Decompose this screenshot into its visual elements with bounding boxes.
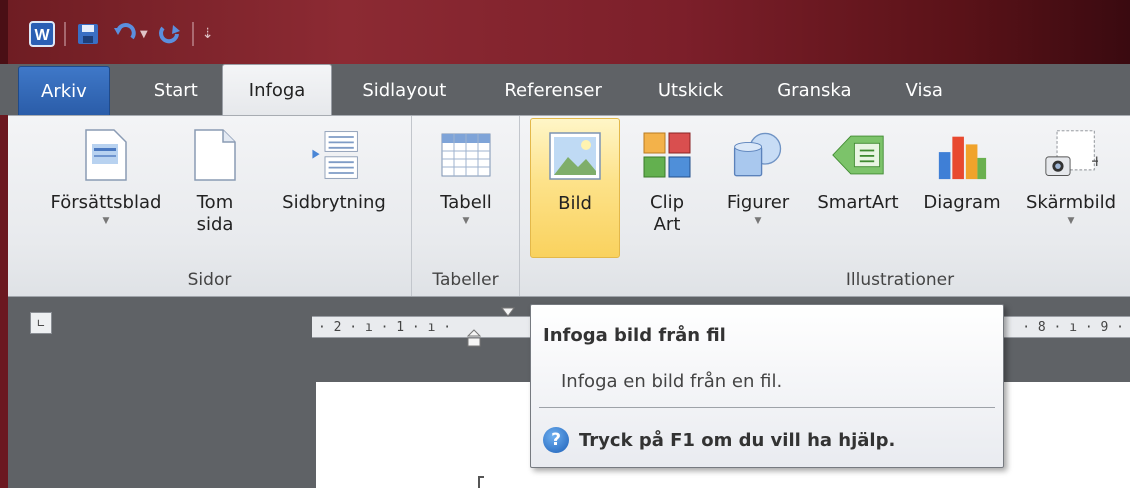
group-label-sidor: Sidor — [187, 270, 232, 290]
screenshot-label: Skärmbild — [1025, 192, 1117, 213]
shapes-icon — [731, 126, 785, 184]
window-edge — [0, 115, 8, 488]
page-break-label: Sidbrytning — [282, 192, 386, 213]
clip-art-label: Clip Art — [650, 192, 684, 235]
screenshot-button[interactable]: + Skärmbild ▼ — [1016, 126, 1126, 226]
tooltip-divider — [539, 407, 995, 408]
tooltip-title: Infoga bild från fil — [543, 325, 726, 346]
chevron-down-icon: ▼ — [1067, 216, 1075, 226]
group-tabeller: Tabell ▼ Tabeller — [412, 116, 520, 296]
undo-icon[interactable] — [110, 20, 138, 48]
group-illustrationer: Bild Clip Art Figurer ▼ SmartArt Diagram… — [520, 116, 1130, 296]
clip-art-button[interactable]: Clip Art — [630, 126, 704, 236]
chart-icon — [935, 126, 989, 184]
blank-page-icon — [188, 126, 242, 184]
tab-arkiv[interactable]: Arkiv — [18, 66, 110, 116]
tooltip-description: Infoga en bild från en fil. — [561, 371, 783, 392]
clip-art-icon — [640, 126, 694, 184]
quick-access-toolbar: W ▼ ⇣ — [28, 18, 213, 50]
toolbar-separator — [191, 22, 194, 46]
blank-page-button[interactable]: Tom sida — [180, 126, 250, 236]
chart-button[interactable]: Diagram — [912, 126, 1012, 214]
picture-button[interactable]: Bild — [530, 118, 620, 258]
smartart-label: SmartArt — [817, 192, 899, 213]
chevron-down-icon: ▼ — [102, 216, 110, 226]
shapes-button[interactable]: Figurer ▼ — [716, 126, 800, 226]
group-sidor: Försättsblad ▼ Tom sida Sidbrytning Sido… — [8, 116, 412, 296]
group-label-tabeller: Tabeller — [432, 270, 499, 290]
tab-utskick[interactable]: Utskick — [638, 64, 743, 116]
table-button[interactable]: Tabell ▼ — [426, 126, 506, 226]
tooltip-help: ? Tryck på F1 om du vill ha hjälp. — [543, 427, 895, 453]
smartart-icon — [831, 126, 885, 184]
indent-markers-icon[interactable] — [462, 306, 522, 350]
save-icon[interactable] — [74, 20, 102, 48]
tab-start[interactable]: Start — [134, 64, 218, 116]
cover-page-label: Försättsblad — [50, 192, 162, 213]
ribbon-tabs: Arkiv Start Infoga Sidlayout Referenser … — [18, 64, 963, 116]
chevron-down-icon: ▼ — [462, 216, 470, 226]
ribbon: Försättsblad ▼ Tom sida Sidbrytning Sido… — [8, 115, 1130, 297]
text-cursor — [478, 476, 484, 488]
tab-visa[interactable]: Visa — [886, 64, 963, 116]
ruler-scale-right: · 8 · ı · 9 · — [1022, 319, 1124, 335]
page-break-icon — [307, 126, 361, 184]
svg-text:+: + — [1091, 152, 1098, 170]
toolbar-separator — [64, 22, 66, 46]
svg-text:W: W — [34, 27, 50, 44]
title-bar: W ▼ ⇣ — [0, 0, 1130, 64]
picture-icon — [548, 127, 602, 185]
blank-page-label: Tom sida — [196, 192, 234, 235]
tooltip-help-text: Tryck på F1 om du vill ha hjälp. — [579, 429, 896, 451]
smartart-button[interactable]: SmartArt — [810, 126, 906, 214]
tab-sidlayout[interactable]: Sidlayout — [342, 64, 466, 116]
redo-icon[interactable] — [156, 20, 184, 48]
ruler-scale-left: · 2 · ı · 1 · ı · — [318, 319, 452, 335]
tooltip: Infoga bild från fil Infoga en bild från… — [530, 304, 1004, 468]
page-break-button[interactable]: Sidbrytning — [264, 126, 404, 214]
tab-selector-icon[interactable]: ∟ — [30, 312, 52, 334]
help-icon: ? — [543, 427, 569, 453]
customize-toolbar-icon[interactable]: ⇣ — [202, 26, 214, 42]
shapes-label: Figurer — [726, 192, 790, 213]
undo-dropdown-icon[interactable]: ▼ — [140, 29, 148, 40]
word-logo-icon[interactable]: W — [28, 20, 56, 48]
chevron-down-icon: ▼ — [754, 216, 762, 226]
tab-granska[interactable]: Granska — [757, 64, 871, 116]
table-icon — [439, 126, 493, 184]
table-label: Tabell — [440, 192, 492, 213]
cover-page-icon — [79, 126, 133, 184]
group-label-illustrationer: Illustrationer — [845, 270, 955, 290]
tab-infoga[interactable]: Infoga — [221, 64, 333, 116]
picture-label: Bild — [558, 193, 592, 214]
tab-referenser[interactable]: Referenser — [484, 64, 622, 116]
screenshot-icon: + — [1044, 126, 1098, 184]
cover-page-button[interactable]: Försättsblad ▼ — [36, 126, 176, 226]
chart-label: Diagram — [923, 192, 1001, 213]
